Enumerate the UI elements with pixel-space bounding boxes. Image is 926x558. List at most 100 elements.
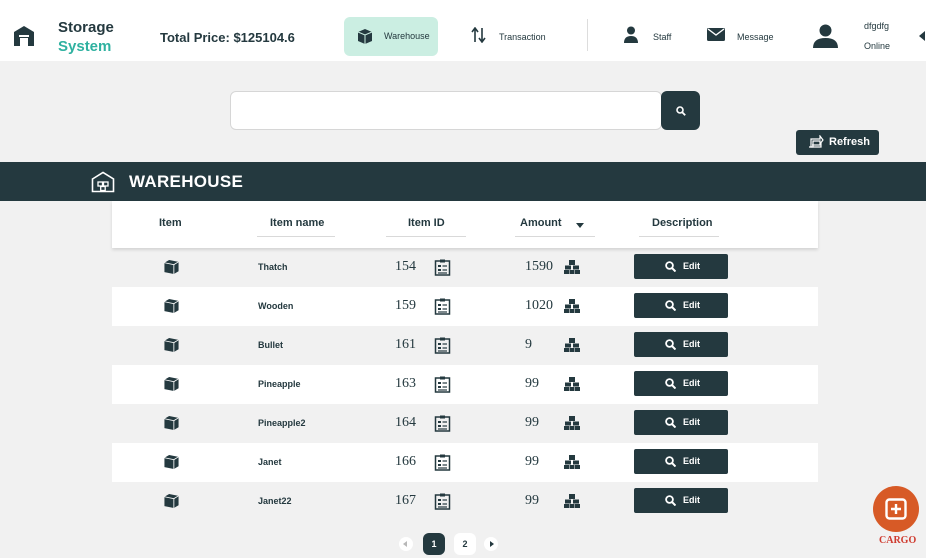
item-name: Janet	[258, 457, 282, 467]
refresh-button[interactable]: Refresh	[796, 130, 879, 155]
search-icon	[665, 300, 676, 311]
nav-staff[interactable]: Staff	[653, 32, 671, 42]
edit-button[interactable]: Edit	[634, 371, 728, 396]
page-1-button[interactable]: 1	[423, 533, 445, 555]
edit-button[interactable]: Edit	[634, 293, 728, 318]
edit-label: Edit	[683, 495, 700, 505]
user-status: Online	[864, 41, 891, 51]
item-amount: 1590	[525, 259, 553, 274]
item-amount: 99	[525, 454, 539, 469]
column-item-name[interactable]: Item name	[270, 217, 324, 229]
prev-page-button[interactable]	[399, 537, 413, 551]
box-icon	[357, 29, 373, 44]
brand-line1: Storage	[58, 19, 114, 36]
stacked-boxes-icon	[564, 455, 580, 469]
box-icon	[164, 415, 179, 431]
item-amount: 99	[525, 493, 539, 508]
nav-message[interactable]: Message	[737, 32, 774, 42]
item-id: 164	[395, 415, 416, 430]
item-name: Pineapple2	[258, 418, 306, 428]
stacked-boxes-icon	[564, 260, 580, 274]
search-icon	[665, 339, 676, 350]
column-underline	[515, 236, 595, 237]
search-input[interactable]	[230, 91, 662, 130]
item-amount: 99	[525, 415, 539, 430]
box-icon	[164, 454, 179, 470]
table-row: Pineapple 163 99 Edit	[112, 365, 818, 404]
box-icon	[164, 259, 179, 275]
column-description: Description	[652, 217, 713, 229]
edit-button[interactable]: Edit	[634, 254, 728, 279]
avatar-icon[interactable]	[813, 24, 838, 48]
id-card-icon	[434, 415, 451, 432]
nav-warehouse-label: Warehouse	[384, 31, 430, 41]
column-underline	[639, 236, 719, 237]
user-name: dfgdfg	[864, 21, 890, 31]
id-card-icon	[434, 298, 451, 315]
column-underline	[386, 236, 466, 237]
next-page-button[interactable]	[484, 537, 498, 551]
stacked-boxes-icon	[564, 338, 580, 352]
id-card-icon	[434, 454, 451, 471]
item-amount: 9	[525, 337, 532, 352]
table-row: Janet22 167 99 Edit	[112, 482, 818, 521]
column-underline	[257, 236, 335, 237]
edit-label: Edit	[683, 300, 700, 310]
search-icon	[665, 378, 676, 389]
warehouse-logo-icon	[14, 26, 34, 46]
cargo-label: CARGO	[879, 535, 917, 546]
edit-button[interactable]: Edit	[634, 449, 728, 474]
section-title: WAREHOUSE	[129, 172, 244, 191]
top-navbar: Storage System Total Price: $125104.6 Wa…	[0, 0, 926, 61]
stacked-boxes-icon	[564, 299, 580, 313]
envelope-icon	[707, 28, 725, 41]
column-item-id[interactable]: Item ID	[408, 217, 445, 229]
item-name: Thatch	[258, 262, 288, 272]
id-card-icon	[434, 259, 451, 276]
staff-person-icon	[624, 26, 638, 43]
warehouse-section-header: WAREHOUSE	[0, 162, 926, 201]
table-row: Pineapple2 164 99 Edit	[112, 404, 818, 443]
table-row: Thatch 154 1590 Edit	[112, 248, 818, 287]
edit-button[interactable]: Edit	[634, 332, 728, 357]
box-icon	[164, 376, 179, 392]
item-amount: 1020	[525, 298, 553, 313]
table-header: Item Item name Item ID Amount Descriptio…	[112, 201, 818, 248]
search-icon	[665, 456, 676, 467]
item-id: 163	[395, 376, 416, 391]
sort-down-icon[interactable]	[576, 223, 584, 228]
collapse-arrow-icon[interactable]	[919, 31, 925, 41]
id-card-icon	[434, 376, 451, 393]
nav-warehouse[interactable]: Warehouse	[344, 17, 438, 56]
sort-arrows-icon	[471, 27, 486, 43]
item-id: 161	[395, 337, 416, 352]
search-icon	[676, 106, 686, 116]
nav-divider	[587, 19, 588, 51]
item-amount: 99	[525, 376, 539, 391]
box-icon	[164, 493, 179, 509]
stacked-boxes-icon	[564, 377, 580, 391]
search-button[interactable]	[661, 91, 700, 130]
edit-label: Edit	[683, 456, 700, 466]
warehouse-icon	[91, 171, 115, 193]
edit-button[interactable]: Edit	[634, 488, 728, 513]
brand-title: Storage System	[58, 18, 114, 56]
column-item: Item	[159, 217, 182, 229]
item-id: 159	[395, 298, 416, 313]
item-name: Janet22	[258, 496, 292, 506]
cargo-button[interactable]	[873, 486, 919, 532]
column-amount[interactable]: Amount	[520, 217, 562, 229]
item-id: 167	[395, 493, 416, 508]
plus-square-icon	[885, 498, 907, 520]
id-card-icon	[434, 337, 451, 354]
id-card-icon	[434, 493, 451, 510]
next-arrow-icon	[490, 541, 494, 547]
nav-transaction[interactable]: Transaction	[499, 32, 546, 42]
total-price: Total Price: $125104.6	[160, 30, 295, 45]
edit-label: Edit	[683, 339, 700, 349]
edit-label: Edit	[683, 261, 700, 271]
prev-arrow-icon	[403, 541, 407, 547]
page-2-button[interactable]: 2	[454, 533, 476, 555]
edit-button[interactable]: Edit	[634, 410, 728, 435]
table-row: Bullet 161 9 Edit	[112, 326, 818, 365]
